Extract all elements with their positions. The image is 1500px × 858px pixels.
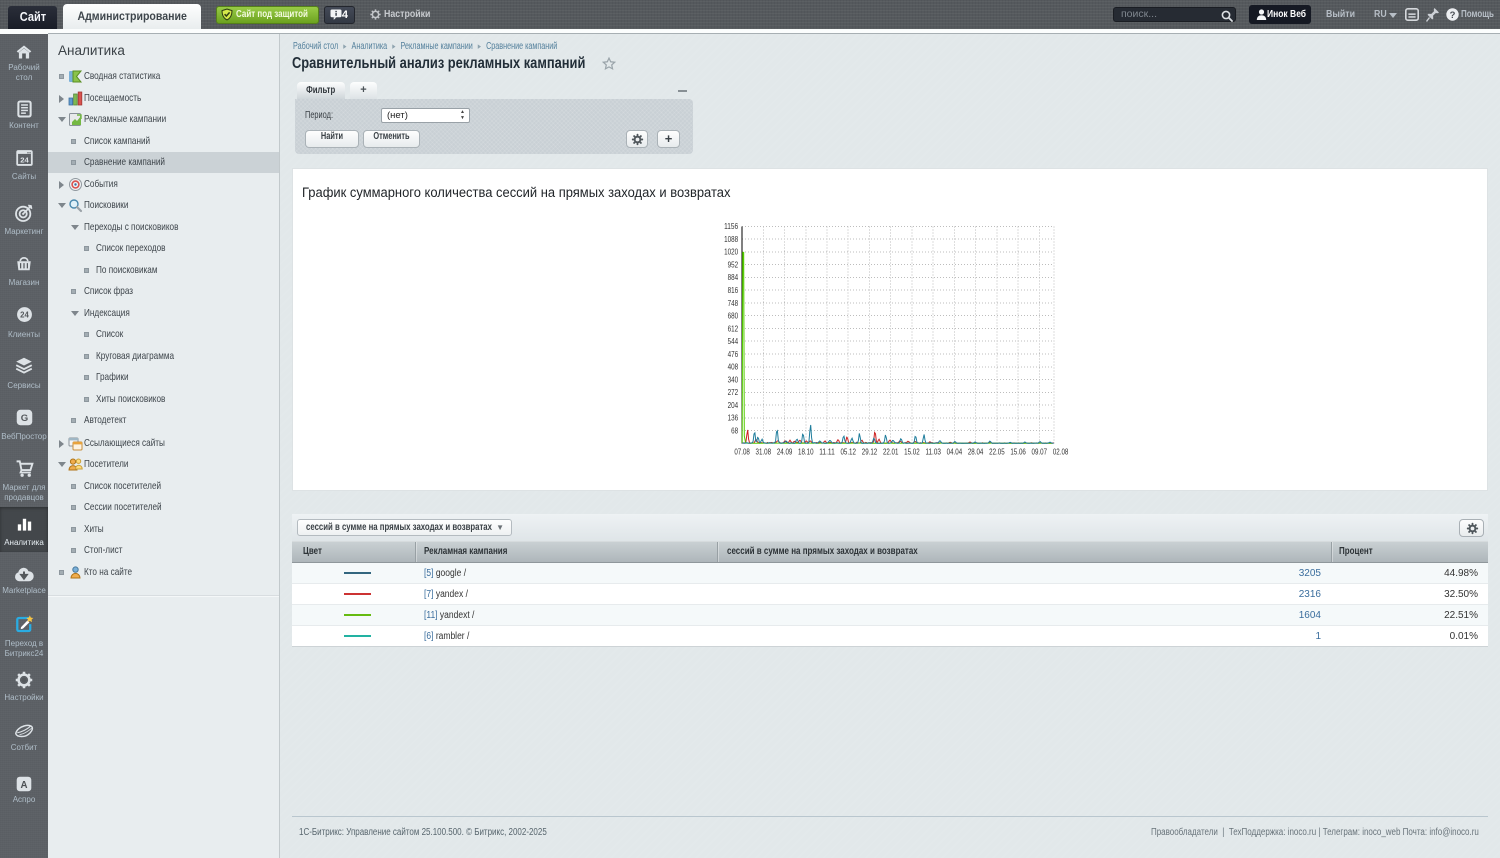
- svg-text:24: 24: [20, 311, 29, 320]
- svg-text:09.07: 09.07: [1032, 448, 1048, 457]
- svg-text:884: 884: [728, 273, 739, 282]
- svg-text:18.10: 18.10: [798, 448, 814, 457]
- svg-text:05.12: 05.12: [840, 448, 856, 457]
- svg-text:22.01: 22.01: [883, 448, 899, 457]
- svg-text:?: ?: [1450, 10, 1456, 21]
- svg-text:612: 612: [728, 324, 739, 333]
- svg-text:204: 204: [728, 401, 739, 410]
- svg-text:680: 680: [728, 312, 739, 321]
- svg-text:A: A: [20, 780, 27, 791]
- svg-text:11.03: 11.03: [925, 448, 941, 457]
- svg-text:952: 952: [728, 261, 739, 270]
- svg-text:04.04: 04.04: [947, 448, 963, 457]
- svg-text:408: 408: [728, 363, 739, 372]
- svg-text:136: 136: [728, 414, 739, 423]
- svg-text:816: 816: [728, 286, 739, 295]
- svg-text:07.08: 07.08: [734, 448, 750, 457]
- svg-text:24.09: 24.09: [777, 448, 793, 457]
- svg-text:272: 272: [728, 388, 739, 397]
- svg-text:15.02: 15.02: [904, 448, 920, 457]
- svg-text:02.08: 02.08: [1053, 448, 1069, 457]
- svg-text:28.04: 28.04: [968, 448, 984, 457]
- svg-text:31.08: 31.08: [756, 448, 772, 457]
- svg-text:1020: 1020: [724, 248, 738, 257]
- svg-text:544: 544: [728, 337, 739, 346]
- svg-text:15.06: 15.06: [1010, 448, 1026, 457]
- svg-text:476: 476: [728, 350, 739, 359]
- svg-text:29.12: 29.12: [862, 448, 878, 457]
- svg-text:24: 24: [20, 156, 29, 165]
- svg-text:11.11: 11.11: [819, 448, 835, 457]
- svg-text:748: 748: [728, 299, 739, 308]
- svg-text:G: G: [20, 413, 27, 424]
- svg-text:1088: 1088: [724, 235, 738, 244]
- svg-text:1156: 1156: [724, 222, 738, 231]
- svg-text:340: 340: [728, 375, 739, 384]
- svg-text:68: 68: [731, 426, 738, 435]
- svg-text:22.05: 22.05: [989, 448, 1005, 457]
